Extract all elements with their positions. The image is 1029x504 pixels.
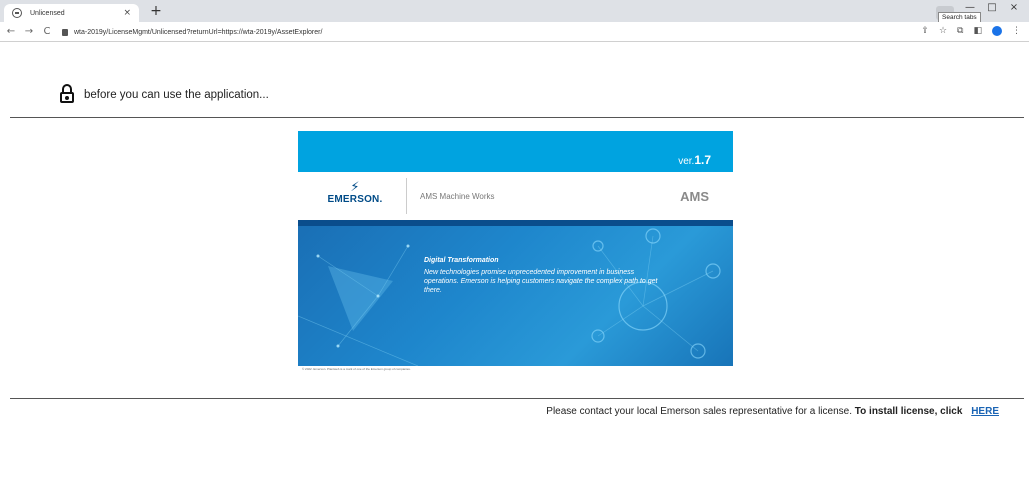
emerson-logo: ⚡ EMERSON. [320, 180, 390, 205]
product-name: AMS Machine Works [420, 192, 495, 201]
lock-icon [62, 28, 68, 36]
tab-title: Unlicensed [30, 9, 65, 17]
extensions-icon[interactable]: ⧉ [957, 26, 963, 36]
profile-avatar-icon[interactable] [992, 26, 1002, 36]
emerson-mark-icon: ⚡ [350, 180, 360, 195]
globe-icon [12, 8, 22, 18]
window-close-button[interactable]: × [1004, 2, 1024, 13]
minimize-button[interactable]: — [960, 2, 980, 13]
url-text[interactable]: wta-2019y/LicenseMgmt/Unlicensed?returnU… [74, 29, 322, 36]
ams-banner: ver.1.7 ⚡ EMERSON. AMS Machine Works AMS [298, 131, 733, 372]
address-bar[interactable]: wta-2019y/LicenseMgmt/Unlicensed?returnU… [56, 25, 1026, 39]
footer-bold-text: To install license, click [854, 406, 963, 417]
brand-divider [406, 178, 407, 214]
banner-heading: Digital Transformation [424, 257, 499, 264]
ams-logo: AMS [680, 189, 709, 204]
license-footer: Please contact your local Emerson sales … [546, 406, 999, 417]
emerson-brand: EMERSON. [327, 194, 383, 205]
share-icon[interactable]: ⇪ [921, 26, 929, 36]
version-label: ver.1.7 [678, 153, 711, 167]
bookmark-star-icon[interactable]: ☆ [939, 26, 947, 36]
banner-image: Digital Transformation New technologies … [298, 226, 733, 366]
divider-bottom [10, 398, 1024, 399]
toolbar-actions: ⇪ ☆ ⧉ ◧ ⋮ [921, 26, 1021, 36]
footer-text: Please contact your local Emerson sales … [546, 406, 852, 417]
side-panel-icon[interactable]: ◧ [973, 26, 982, 36]
copyright-text: © 2022. Emerson. Plantweb is a mark of o… [302, 367, 411, 371]
reload-button[interactable]: C [40, 26, 54, 37]
divider-top [10, 117, 1024, 118]
install-license-link[interactable]: HERE [971, 406, 999, 417]
back-button[interactable]: ← [4, 26, 18, 37]
restore-button[interactable]: □ [982, 2, 1002, 13]
network-graphic [298, 228, 721, 366]
tab-strip: Unlicensed × + Search tabs — □ × [0, 0, 1029, 23]
tab-close-button[interactable]: × [123, 8, 131, 18]
browser-toolbar: ← → C wta-2019y/LicenseMgmt/Unlicensed?r… [0, 22, 1029, 42]
banner-brand-row: ⚡ EMERSON. AMS Machine Works AMS [298, 172, 733, 220]
browser-tab[interactable]: Unlicensed × [4, 4, 139, 22]
banner-body: New technologies promise unprecedented i… [424, 269, 658, 294]
license-header: before you can use the application... [60, 84, 269, 103]
banner-top: ver.1.7 [298, 131, 733, 172]
menu-icon[interactable]: ⋮ [1012, 26, 1021, 36]
forward-button[interactable]: → [22, 26, 36, 37]
padlock-icon [60, 84, 74, 103]
header-text: before you can use the application... [84, 89, 269, 101]
new-tab-button[interactable]: + [148, 4, 164, 20]
